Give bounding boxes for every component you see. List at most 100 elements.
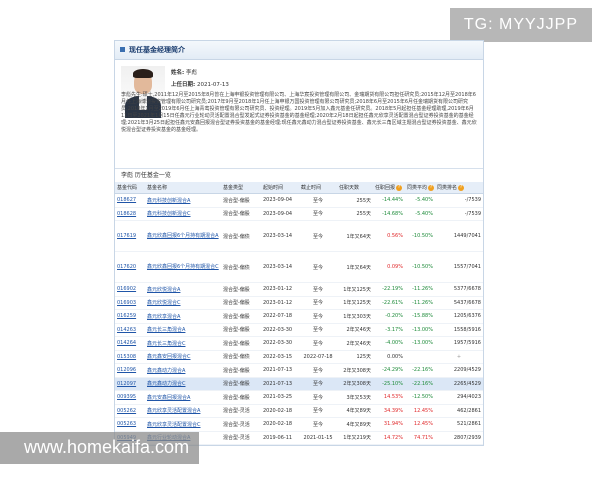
column-header-label: 同类排名 (437, 185, 458, 191)
start-date-cell: 2019-06-11 (261, 431, 299, 445)
fund-code-link[interactable]: 014264 (115, 336, 145, 351)
fund-code-link[interactable]: 018628 (115, 207, 145, 221)
start-date-cell: 2023-09-04 (261, 193, 299, 208)
fund-name-link[interactable]: 鑫元鑫动力混合A (145, 363, 221, 378)
tenure-return-text: -14.68% (382, 210, 403, 217)
fund-type-text: 混合型-偏股 (223, 300, 250, 307)
tenure-days-text: 1年又64天 (346, 264, 371, 271)
tenure-return-text: -3.17% (385, 326, 403, 333)
start-date-cell: 2020-02-18 (261, 417, 299, 432)
fund-name-link[interactable]: 鑫元欣享灵活配置混合A (145, 404, 221, 418)
fund-name-link[interactable]: 鑫元科技创新混合C (145, 207, 221, 221)
tenure-return-text: -24.29% (382, 367, 403, 374)
peer-average-text: -22.16% (412, 380, 433, 387)
manager-name-line: 姓名: 李彪 (171, 68, 197, 76)
peer-average: -13.00% (405, 323, 435, 337)
start-date: 2021-07-13 (196, 82, 229, 88)
peer-rank: 1957/5916 (435, 336, 483, 351)
fund-code-link-text: 016902 (117, 286, 137, 293)
fund-name-link[interactable]: 鑫元鑫安回报混合C (145, 350, 221, 364)
peer-rank-text: 5377/6678 (453, 286, 481, 293)
fund-type-text: 混合型-偏股 (223, 340, 250, 347)
fund-name-link[interactable]: 鑫元长三角混合A (145, 323, 221, 337)
peer-average-text: 74.71% (413, 434, 433, 441)
fund-code-link[interactable]: 017619 (115, 220, 145, 252)
tenure-return: 0.00% (373, 444, 405, 445)
start-date-cell: 2023-03-14 (261, 220, 299, 252)
fund-name-link[interactable]: 鑫元鑫动力混合C (145, 377, 221, 391)
fund-type: 混合型-灵活 (221, 431, 261, 445)
help-icon[interactable]: ? (458, 184, 465, 191)
tenure-return: 0.09% (373, 251, 405, 283)
peer-rank: 1558/5916 (435, 323, 483, 337)
tenure-days-text: 2年又308天 (343, 367, 371, 374)
fund-code-link[interactable]: 016902 (115, 282, 145, 297)
fund-code-link[interactable]: 009395 (115, 390, 145, 405)
tenure-days: 1年又64天 (337, 251, 373, 283)
table-row: 016259 鑫元欣享混合A 混合型-偏股 2022-07-18 至今 1年又303天 -0… (115, 309, 483, 324)
start-date-cell-text: 2021-07-13 (263, 380, 293, 387)
peer-average-text: -10.50% (412, 233, 433, 239)
fund-code-link[interactable]: 018627 (115, 193, 145, 208)
peer-rank: 5437/6678 (435, 296, 483, 310)
fund-code-link[interactable]: 016903 (115, 296, 145, 310)
tenure-days: 1年又125天 (337, 296, 373, 310)
fund-code-link-text: 015308 (117, 353, 137, 360)
fund-name-link[interactable]: 鑫元欣享混合A (145, 309, 221, 324)
tenure-days: 4年又89天 (337, 404, 373, 418)
fund-type-text: 混合型-灵活 (223, 421, 250, 428)
fund-name-link[interactable]: 鑫元欣悦混合C (145, 296, 221, 310)
tenure-return: -22.61% (373, 296, 405, 310)
fund-code-link[interactable]: 015308 (115, 350, 145, 364)
start-date-cell: 2023-01-12 (261, 282, 299, 297)
help-icon[interactable]: ? (396, 184, 403, 191)
end-date-cell: 至今 (299, 336, 337, 351)
fund-name-link[interactable]: 鑫元欣鑫回报6个月持有期混合A (145, 220, 221, 252)
column-header[interactable]: 任职回报? (373, 182, 405, 194)
fund-name-link[interactable]: 鑫元欣享灵活配置混合C (145, 417, 221, 432)
peer-rank-text: 5437/6678 (453, 299, 481, 306)
end-date-cell-text: 至今 (312, 264, 323, 271)
expand-plus-icon[interactable]: + (435, 350, 483, 364)
column-header[interactable]: 同类排名? (435, 182, 483, 194)
fund-name-link[interactable]: 鑫元科技创新混合A (145, 193, 221, 208)
end-date-cell-text: 至今 (312, 340, 323, 347)
peer-rank-text: 1558/5916 (453, 326, 481, 333)
start-date-cell: 2023-03-14 (261, 251, 299, 283)
fund-name-link[interactable]: 鑫元安鑫回报混合A (145, 390, 221, 405)
fund-type: 混合型-偏股 (221, 363, 261, 378)
help-icon[interactable]: ? (428, 184, 435, 191)
end-date-cell: 2021-01-15 (299, 431, 337, 445)
end-date-cell: 至今 (299, 220, 337, 252)
peer-average-text: 12.45% (413, 421, 433, 428)
fund-name-link[interactable]: 鑫元欣鑫回报6个月持有期混合C (145, 251, 221, 283)
fund-code-link[interactable]: 005262 (115, 404, 145, 418)
fund-type: 混合型-灵活 (221, 444, 261, 445)
fund-code-link[interactable]: 012097 (115, 377, 145, 391)
fund-code-link[interactable]: 014263 (115, 323, 145, 337)
fund-name-link-text: 鑫元欣悦混合A (147, 286, 181, 293)
fund-name-link[interactable]: 鑫元欣悦混合A (145, 282, 221, 297)
manager-bio: 李彪先生:硕士,2011年12月至2015年8月曾在上海申银投资管理有限公司、上… (121, 92, 477, 133)
fund-manager-panel: 现任基金经理简介 姓名: 李彪 上任日期: 2021-07-13 李彪先生:硕士… (114, 40, 484, 446)
fund-code-link[interactable]: 012096 (115, 363, 145, 378)
peer-average: 12.45% (405, 417, 435, 432)
end-date-cell: 2021-01-15 (299, 444, 337, 445)
end-date-cell: 至今 (299, 390, 337, 405)
fund-name-link[interactable]: 鑫元长三角混合C (145, 336, 221, 351)
fund-code-link[interactable]: 017620 (115, 251, 145, 283)
expand-plus-icon[interactable]: + (435, 444, 483, 445)
end-date-cell-text: 至今 (312, 421, 323, 428)
peer-average-text: -12.50% (412, 394, 433, 401)
watermark-site: www.homekaifa.com (0, 432, 200, 464)
fund-name-link-text: 鑫元长三角混合A (147, 327, 186, 334)
fund-type-text: 混合型-偏股 (223, 367, 250, 374)
tenure-days-text: 2年又308天 (343, 381, 371, 388)
tenure-days: 1年又303天 (337, 309, 373, 324)
column-header[interactable]: 同类平均? (405, 182, 435, 194)
peer-rank: 294/4023 (435, 390, 483, 405)
peer-average-text: -13.00% (412, 326, 433, 333)
fund-type: 混合型-偏股 (221, 207, 261, 221)
fund-code-link[interactable]: 005263 (115, 417, 145, 432)
fund-code-link[interactable]: 016259 (115, 309, 145, 324)
